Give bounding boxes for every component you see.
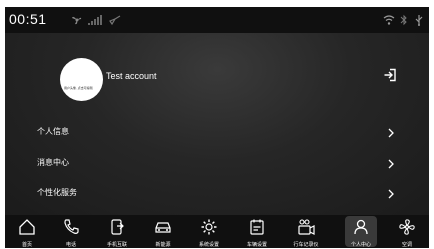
person-icon bbox=[354, 219, 368, 235]
nav-phone[interactable]: 电话 bbox=[49, 215, 93, 248]
home-icon bbox=[19, 219, 35, 235]
menu-item-personal-info[interactable]: 个人信息 bbox=[5, 117, 429, 147]
screen: 00:51 用户头像, 点击可编辑 Test account 个人信息 消息中心… bbox=[5, 7, 429, 248]
status-bar: 00:51 bbox=[5, 7, 429, 33]
menu-item-message-center[interactable]: 消息中心 bbox=[5, 148, 429, 178]
menu-item-personalized-service[interactable]: 个性化服务 bbox=[5, 178, 429, 208]
signal-icon bbox=[87, 13, 103, 31]
nav-dashcam[interactable]: 行车记录仪 bbox=[284, 215, 328, 248]
nav-phone-link[interactable]: 手机互联 bbox=[95, 215, 139, 248]
nav-system-settings[interactable]: 系统设置 bbox=[187, 215, 231, 248]
account-name[interactable]: Test account bbox=[106, 71, 157, 81]
nav-label: 行车记录仪 bbox=[293, 242, 319, 248]
chevron-right-icon bbox=[387, 187, 395, 205]
menu-item-label: 个人信息 bbox=[37, 127, 69, 136]
bluetooth-icon bbox=[400, 13, 408, 31]
logout-icon[interactable] bbox=[383, 68, 397, 87]
menu-item-label: 个性化服务 bbox=[37, 188, 77, 197]
dashcam-icon bbox=[298, 219, 315, 235]
fan-icon bbox=[399, 219, 415, 235]
phone-icon bbox=[64, 219, 79, 234]
nav-label: 车辆设置 bbox=[246, 242, 267, 248]
nav-air-conditioning[interactable]: 空调 bbox=[385, 215, 429, 248]
account-panel: 用户头像, 点击可编辑 Test account 个人信息 消息中心 个性化服务 bbox=[5, 33, 429, 215]
car-icon bbox=[155, 222, 171, 233]
avatar[interactable]: 用户头像, 点击可编辑 bbox=[60, 58, 103, 101]
bottom-nav: 首页 电话 手机互联 新能源 系统设置 车辆设置 行车记录仪 个人中心 空调 bbox=[5, 215, 429, 248]
vehicle-settings-icon bbox=[250, 219, 264, 235]
fan-icon bbox=[70, 13, 84, 31]
nav-new-energy[interactable]: 新能源 bbox=[141, 215, 185, 248]
nav-vehicle-settings[interactable]: 车辆设置 bbox=[235, 215, 279, 248]
nav-personal-center[interactable]: 个人中心 bbox=[339, 215, 383, 248]
chevron-right-icon bbox=[387, 157, 395, 175]
nav-label: 空调 bbox=[401, 242, 412, 248]
usb-icon bbox=[414, 13, 424, 31]
wifi-icon bbox=[383, 13, 395, 31]
clock: 00:51 bbox=[9, 11, 47, 27]
chevron-right-icon bbox=[387, 126, 395, 144]
gear-icon bbox=[201, 219, 217, 235]
nav-icon bbox=[109, 13, 121, 31]
phone-link-icon bbox=[111, 219, 124, 235]
menu-item-label: 消息中心 bbox=[37, 158, 69, 167]
